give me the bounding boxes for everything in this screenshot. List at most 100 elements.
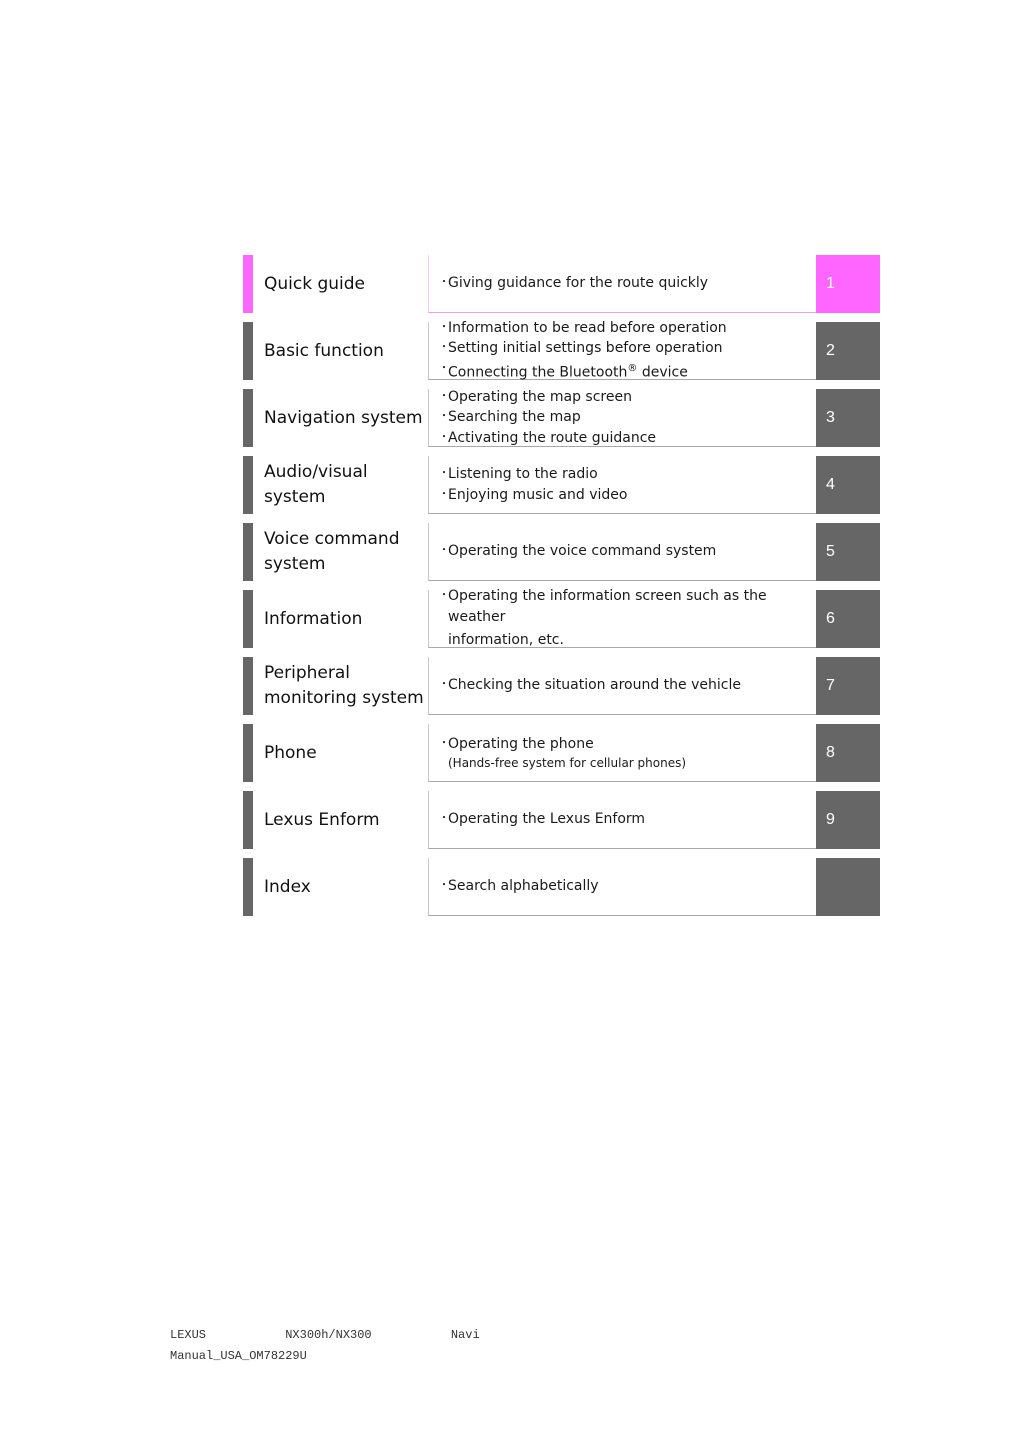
section-marker-bar [243,255,253,313]
section-title-line: Peripheral [264,663,350,683]
description-item: ・ Information to be read before operation [439,318,816,339]
section-title-line: Phone [264,742,317,763]
section-title[interactable]: Information [264,590,429,648]
section-title[interactable]: Lexus Enform [264,791,429,849]
description-item: ・ Listening to the radio [439,464,816,485]
section-description: ・ Listening to the radio ・ Enjoying music a… [428,456,816,514]
toc-row[interactable]: Phone ・ Operating the phone (Hands-free sys… [243,724,880,782]
bullet-icon: ・ [439,390,449,402]
description-text: Operating the information screen such as… [448,588,767,625]
bullet-icon: ・ [439,813,449,825]
section-description: ・ Giving guidance for the route quickly [428,255,816,313]
section-description: ・ Operating the map screen ・ Searching the … [428,389,816,447]
section-marker-bar [243,523,253,581]
bullet-icon: ・ [439,679,449,691]
footer-model-line: LEXUS NX300h/NX300 Navi [170,1328,480,1342]
chapter-tab[interactable]: 4 [816,456,880,514]
section-description: ・ Checking the situation around the vehic… [428,657,816,715]
chapter-tab[interactable]: 2 [816,322,880,380]
chapter-tab[interactable]: 7 [816,657,880,715]
chapter-tab[interactable]: 9 [816,791,880,849]
description-item: ・ Checking the situation around the vehic… [439,675,816,696]
section-title-line: Index [264,876,311,897]
description-subnote: (Hands-free system for cellular phones) [448,755,687,770]
description-continuation: information, etc. [448,632,564,649]
footer-manual-code: Manual_USA_OM78229U [170,1349,307,1363]
section-marker-bar [243,791,253,849]
section-title-line: system [264,554,326,574]
description-item: ・ Setting initial settings before operati… [439,338,816,359]
chapter-tab[interactable]: 8 [816,724,880,782]
section-title[interactable]: Audio/visual system [264,456,429,514]
description-item: ・ Operating the Lexus Enform [439,809,816,830]
description-item: ・ Giving guidance for the route quickly [439,273,816,294]
section-title[interactable]: Voice command system [264,523,429,581]
description-item: ・ Activating the route guidance [439,428,816,449]
toc-row[interactable]: Index ・ Search alphabetically [243,858,880,916]
toc-row[interactable]: Quick guide ・ Giving guidance for the rout… [243,255,880,313]
description-text: Searching the map [448,409,581,426]
toc-row[interactable]: Navigation system ・ Operating the map scre… [243,389,880,447]
section-description: ・ Information to be read before operation… [428,320,816,383]
description-item: ・ Operating the voice command system [439,541,816,562]
toc-row[interactable]: Lexus Enform ・ Operating the Lexus Enform 9 [243,791,880,849]
section-title-line: Information [264,608,363,629]
section-title[interactable]: Index [264,858,429,916]
description-text: Information to be read before operation [448,319,727,336]
description-text: Operating the map screen [448,388,632,405]
section-description: ・ Operating the voice command system [428,523,816,581]
bullet-icon: ・ [439,488,449,500]
section-title[interactable]: Navigation system [264,389,429,447]
description-text: Connecting the Bluetooth® device [448,362,688,381]
section-description: ・ Operating the Lexus Enform [428,791,816,849]
section-description: ・ Search alphabetically [428,858,816,916]
toc-row[interactable]: Peripheral monitoring system ・ Checking the… [243,657,880,715]
section-marker-bar [243,724,253,782]
chapter-tab[interactable]: 1 [816,255,880,313]
section-title-line: Quick guide [264,273,366,294]
section-title[interactable]: Quick guide [264,255,429,313]
chapter-tab[interactable]: 3 [816,389,880,447]
description-item: ・ Enjoying music and video [439,485,816,506]
bullet-icon: ・ [439,277,449,289]
bullet-icon: ・ [439,342,449,354]
section-title[interactable]: Peripheral monitoring system [264,657,429,715]
bullet-icon: ・ [439,545,449,557]
bullet-icon: ・ [439,738,449,750]
section-title[interactable]: Phone [264,724,429,782]
section-description: ・ Operating the information screen such a… [428,588,816,649]
description-text: Enjoying music and video [448,486,628,503]
description-item: ・ Searching the map [439,407,816,428]
bullet-icon: ・ [439,321,449,333]
section-description: ・ Operating the phone (Hands-free system f… [428,724,816,782]
section-title-line: Lexus Enform [264,809,380,830]
bullet-icon: ・ [439,468,449,479]
description-text: Operating the phone [448,736,594,753]
chapter-tab[interactable]: 6 [816,590,880,648]
section-title-line: system [264,487,326,507]
description-item: ・ Operating the information screen such a… [439,586,816,627]
section-title[interactable]: Basic function [264,322,429,380]
section-marker-bar [243,456,253,514]
section-title-line: Navigation system [264,407,423,428]
section-marker-bar [243,322,253,380]
description-item: ・ Search alphabetically [439,876,816,897]
description-text: Activating the route guidance [448,429,657,446]
description-text: Setting initial settings before operatio… [448,340,723,357]
toc-row[interactable]: Information ・ Operating the information sc… [243,588,880,649]
toc-row[interactable]: Audio/visual system ・ Listening to the radi… [243,456,880,514]
description-item: ・ Connecting the Bluetooth® device [439,359,816,383]
section-marker-bar [243,858,253,916]
toc-row[interactable]: Voice command system ・ Operating the voice … [243,523,880,581]
chapter-tab[interactable]: 5 [816,523,880,581]
section-title-line: monitoring system [264,688,424,708]
description-text: Listening to the radio [448,466,598,482]
section-marker-bar [243,657,253,715]
bullet-icon: ・ [439,411,449,423]
chapter-tab[interactable] [816,858,880,916]
bullet-icon: ・ [439,590,449,602]
description-item: ・ Operating the phone [439,734,816,755]
bullet-icon: ・ [439,362,449,374]
description-text: Giving guidance for the route quickly [448,275,709,292]
toc-row[interactable]: Basic function ・ Information to be read be… [243,320,880,383]
